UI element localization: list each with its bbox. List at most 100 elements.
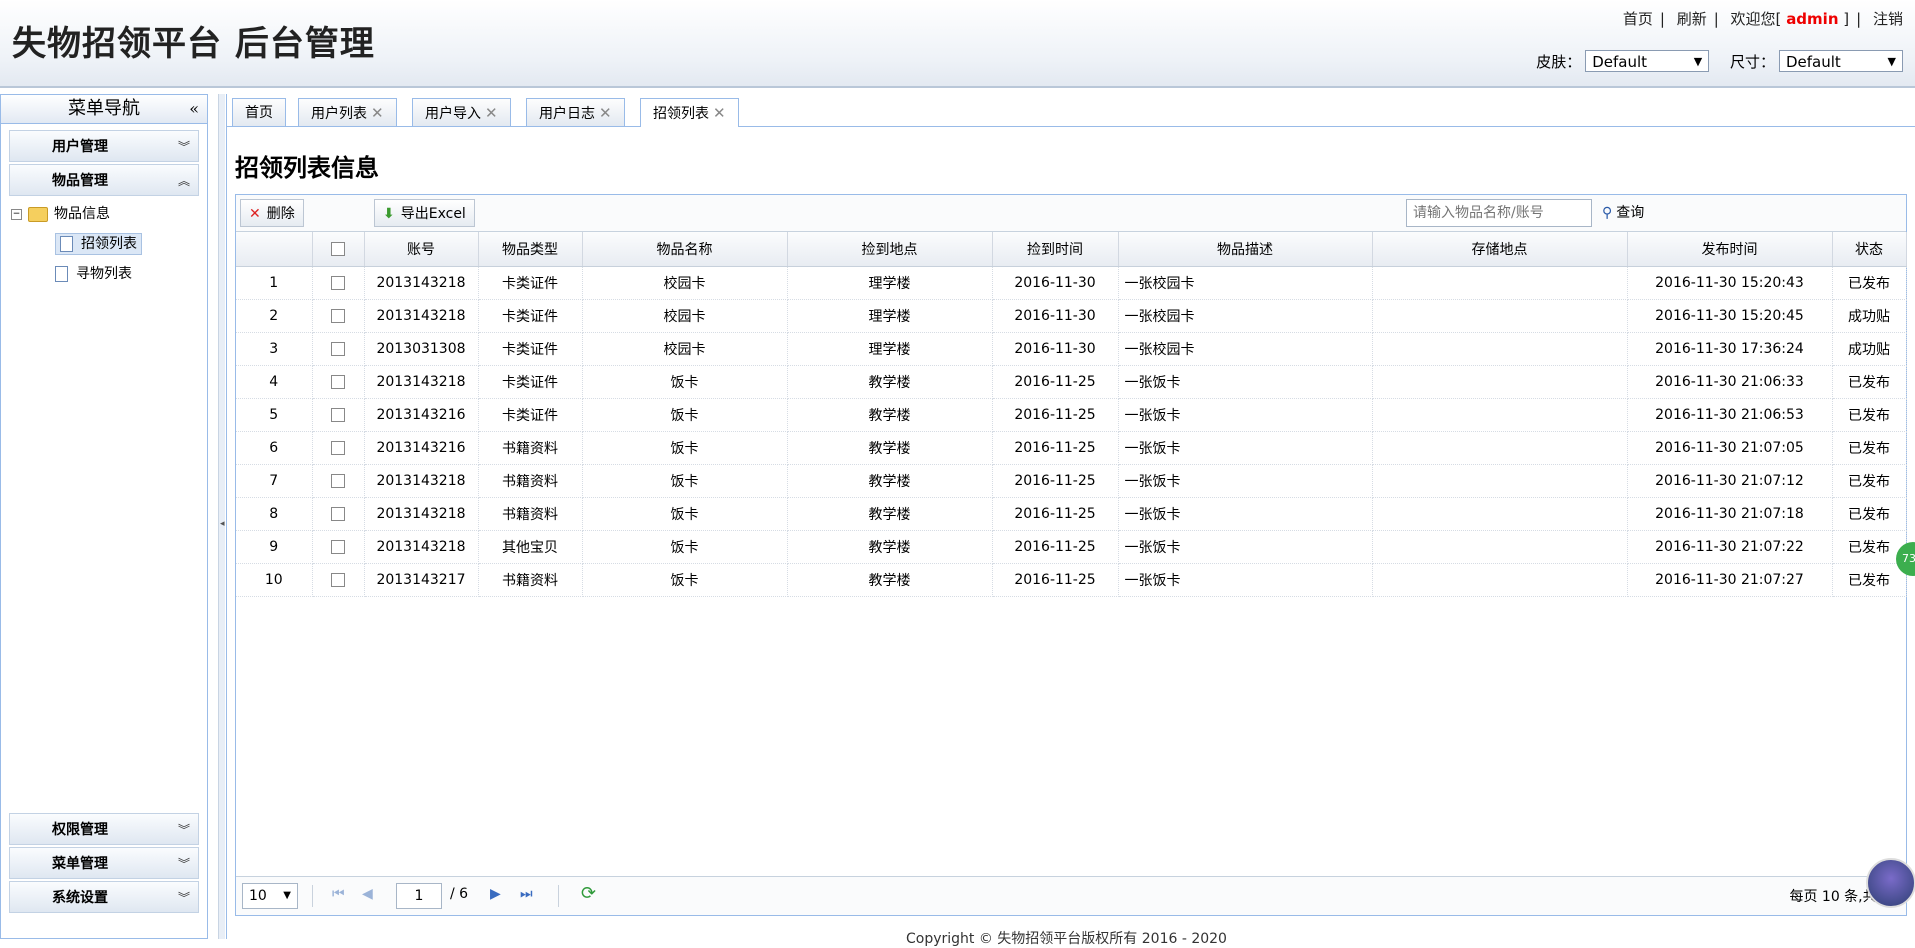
sidebar-section-permissions[interactable]: 权限管理 ︾	[9, 813, 199, 845]
page-number-input[interactable]: 1	[396, 883, 442, 909]
cell-item-type: 其他宝贝	[478, 530, 583, 564]
tree-leaf-found-list[interactable]: 招领列表	[11, 229, 142, 259]
tab-user-import[interactable]: 用户导入 ✕	[412, 98, 511, 126]
first-page-icon[interactable]: ⏮	[332, 886, 345, 902]
magnifier-icon: ⚲	[1602, 205, 1613, 221]
last-page-icon[interactable]: ⏭	[520, 886, 533, 902]
col-status[interactable]: 状态	[1832, 232, 1907, 267]
skin-select[interactable]: Default ▼	[1585, 50, 1710, 72]
cell-account: 2013143217	[364, 563, 479, 597]
cell-description: 一张饭卡	[1118, 365, 1373, 399]
cell-storage-place	[1372, 431, 1628, 465]
table-row[interactable]: 10 2013143217 书籍资料 饭卡 教学楼 2016-11-25 一张饭卡 2016-…	[236, 563, 1907, 597]
tree-folder[interactable]: − 物品信息	[11, 199, 142, 229]
col-item-name[interactable]: 物品名称	[582, 232, 788, 267]
skin-label: 皮肤：	[1536, 52, 1582, 71]
export-excel-button[interactable]: ⬇ 导出Excel	[374, 199, 475, 227]
cell-item-name: 校园卡	[582, 266, 788, 300]
refresh-link[interactable]: 刷新	[1677, 10, 1707, 28]
cell-publish-time: 2016-11-30 17:36:24	[1627, 332, 1833, 366]
dropdown-arrow-icon: ▼	[283, 890, 291, 901]
search-input[interactable]	[1406, 199, 1592, 227]
collapse-left-icon[interactable]: «	[189, 95, 199, 123]
next-page-icon[interactable]: ▶	[490, 886, 501, 902]
tab-label: 首页	[245, 105, 273, 121]
cell-description: 一张饭卡	[1118, 530, 1373, 564]
tree-collapse-icon[interactable]: −	[11, 208, 22, 220]
col-item-type[interactable]: 物品类型	[478, 232, 583, 267]
cell-found-time: 2016-11-25	[992, 365, 1119, 399]
table-row[interactable]: 3 2013031308 卡类证件 校园卡 理学楼 2016-11-30 一张校园卡 2016…	[236, 332, 1907, 366]
row-checkbox[interactable]	[331, 441, 345, 455]
sidebar-section-user-mgmt[interactable]: 用户管理 ︾	[9, 130, 199, 162]
cell-row-number: 8	[236, 497, 313, 531]
row-checkbox[interactable]	[331, 573, 345, 587]
col-description[interactable]: 物品描述	[1118, 232, 1373, 267]
layout-splitter[interactable]: ◂	[218, 94, 225, 939]
tab-home[interactable]: 首页	[232, 98, 286, 126]
select-all-checkbox[interactable]	[331, 242, 345, 256]
data-grid-panel: ✕ 删除 ⬇ 导出Excel ⚲查询 账号 物品类型 物品名称 捡到地点 捡到时间	[235, 194, 1907, 916]
home-link[interactable]: 首页	[1623, 10, 1653, 28]
sidebar-section-item-mgmt[interactable]: 物品管理 ︽	[9, 164, 199, 196]
cell-status: 成功贴	[1832, 299, 1907, 333]
close-icon[interactable]: ✕	[371, 104, 384, 122]
search-button[interactable]: ⚲ 查询	[1602, 199, 1644, 227]
cell-item-name: 饭卡	[582, 530, 788, 564]
cell-select	[312, 266, 365, 300]
col-account[interactable]: 账号	[364, 232, 479, 267]
table-row[interactable]: 1 2013143218 卡类证件 校园卡 理学楼 2016-11-30 一张校园卡 2016…	[236, 266, 1907, 300]
col-found-place[interactable]: 捡到地点	[787, 232, 993, 267]
avatar[interactable]	[1866, 858, 1915, 908]
cell-storage-place	[1372, 530, 1628, 564]
cell-row-number: 3	[236, 332, 313, 366]
tab-user-log[interactable]: 用户日志 ✕	[526, 98, 625, 126]
cell-select	[312, 530, 365, 564]
cell-found-place: 教学楼	[787, 431, 993, 465]
cell-item-name: 校园卡	[582, 299, 788, 333]
row-checkbox[interactable]	[331, 342, 345, 356]
welcome-prefix: 欢迎您[	[1730, 10, 1782, 28]
table-row[interactable]: 8 2013143218 书籍资料 饭卡 教学楼 2016-11-25 一张饭卡 2016-1…	[236, 497, 1907, 531]
col-found-time[interactable]: 捡到时间	[992, 232, 1119, 267]
tree-leaf-lost-list[interactable]: 寻物列表	[11, 259, 142, 289]
refresh-icon[interactable]: ⟳	[581, 883, 596, 904]
cell-status: 已发布	[1832, 431, 1907, 465]
table-row[interactable]: 6 2013143216 书籍资料 饭卡 教学楼 2016-11-25 一张饭卡 2016-1…	[236, 431, 1907, 465]
collapse-arrow-icon[interactable]: ◂	[220, 519, 225, 529]
row-checkbox[interactable]	[331, 276, 345, 290]
col-storage[interactable]: 存储地点	[1372, 232, 1628, 267]
tab-user-list[interactable]: 用户列表 ✕	[298, 98, 397, 126]
cell-status: 成功贴	[1832, 332, 1907, 366]
cell-status: 已发布	[1832, 266, 1907, 300]
row-checkbox[interactable]	[331, 474, 345, 488]
delete-button[interactable]: ✕ 删除	[240, 199, 304, 227]
cell-account: 2013143218	[364, 299, 479, 333]
table-row[interactable]: 4 2013143218 卡类证件 饭卡 教学楼 2016-11-25 一张饭卡 2016-1…	[236, 365, 1907, 399]
prev-page-icon[interactable]: ◀	[362, 886, 373, 902]
table-row[interactable]: 2 2013143218 卡类证件 校园卡 理学楼 2016-11-30 一张校园卡 2016…	[236, 299, 1907, 333]
logout-link[interactable]: 注销	[1873, 10, 1903, 28]
row-checkbox[interactable]	[331, 408, 345, 422]
cell-publish-time: 2016-11-30 21:07:27	[1627, 563, 1833, 597]
row-checkbox[interactable]	[331, 540, 345, 554]
close-icon[interactable]: ✕	[599, 104, 612, 122]
table-row[interactable]: 9 2013143218 其他宝贝 饭卡 教学楼 2016-11-25 一张饭卡 2016-1…	[236, 530, 1907, 564]
size-select[interactable]: Default ▼	[1779, 50, 1903, 72]
cell-description: 一张饭卡	[1118, 497, 1373, 531]
cell-select	[312, 299, 365, 333]
close-icon[interactable]: ✕	[485, 104, 498, 122]
row-checkbox[interactable]	[331, 507, 345, 521]
row-checkbox[interactable]	[331, 375, 345, 389]
col-publish-time[interactable]: 发布时间	[1627, 232, 1833, 267]
table-row[interactable]: 5 2013143216 卡类证件 饭卡 教学楼 2016-11-25 一张饭卡 2016-1…	[236, 398, 1907, 432]
sidebar-section-system[interactable]: 系统设置 ︾	[9, 881, 199, 913]
table-row[interactable]: 7 2013143218 书籍资料 饭卡 教学楼 2016-11-25 一张饭卡 2016-1…	[236, 464, 1907, 498]
tab-found-list[interactable]: 招领列表 ✕	[640, 98, 739, 127]
sidebar-section-menu-mgmt[interactable]: 菜单管理 ︾	[9, 847, 199, 879]
page-size-select[interactable]: 10 ▼	[242, 883, 298, 909]
row-checkbox[interactable]	[331, 309, 345, 323]
cell-status: 已发布	[1832, 398, 1907, 432]
delete-label: 删除	[266, 206, 295, 222]
close-icon[interactable]: ✕	[713, 104, 726, 122]
